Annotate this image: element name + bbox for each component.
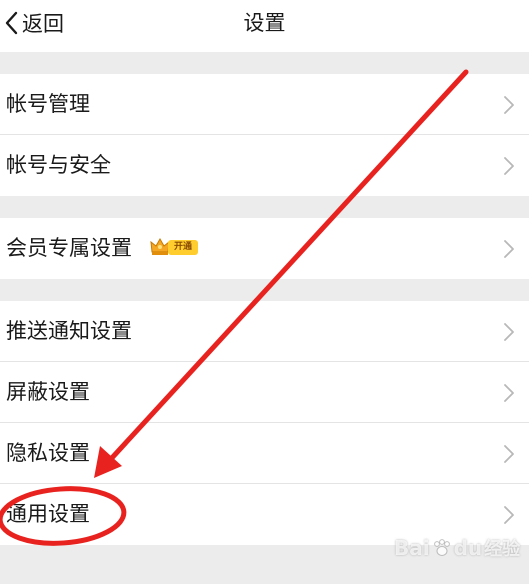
row-label: 帐号管理 bbox=[6, 92, 90, 116]
row-label: 会员专属设置 bbox=[6, 236, 132, 260]
chevron-right-icon bbox=[504, 96, 514, 114]
row-label: 通用设置 bbox=[6, 502, 90, 526]
settings-row-account-security[interactable]: 帐号与安全 bbox=[0, 135, 529, 196]
row-label: 屏蔽设置 bbox=[6, 380, 90, 404]
settings-row-member-settings[interactable]: 会员专属设置 开通 bbox=[0, 218, 529, 279]
settings-row-account-management[interactable]: 帐号管理 bbox=[0, 74, 529, 135]
chevron-right-icon bbox=[504, 240, 514, 258]
chevron-right-icon bbox=[504, 323, 514, 341]
page-title: 设置 bbox=[243, 11, 286, 35]
row-label: 隐私设置 bbox=[6, 441, 90, 465]
settings-row-push-notifications[interactable]: 推送通知设置 bbox=[0, 301, 529, 362]
row-label: 推送通知设置 bbox=[6, 319, 132, 343]
crown-icon bbox=[150, 238, 170, 255]
watermark-brand-right: du bbox=[453, 536, 483, 560]
chevron-right-icon bbox=[504, 157, 514, 175]
baidu-watermark: Bai du 经验 bbox=[394, 535, 520, 561]
badge-label: 开通 bbox=[168, 239, 199, 255]
settings-row-block-settings[interactable]: 屏蔽设置 bbox=[0, 362, 529, 423]
watermark-suffix: 经验 bbox=[484, 539, 521, 560]
chevron-right-icon bbox=[504, 506, 514, 524]
chevron-right-icon bbox=[504, 445, 514, 463]
watermark-brand-left: Bai bbox=[394, 536, 430, 560]
navigation-bar: 返回 设置 bbox=[0, 0, 529, 52]
row-label: 帐号与安全 bbox=[6, 153, 111, 177]
paw-icon bbox=[433, 539, 450, 556]
member-badge[interactable]: 开通 bbox=[150, 238, 199, 256]
chevron-right-icon bbox=[504, 384, 514, 402]
settings-row-privacy[interactable]: 隐私设置 bbox=[0, 423, 529, 484]
